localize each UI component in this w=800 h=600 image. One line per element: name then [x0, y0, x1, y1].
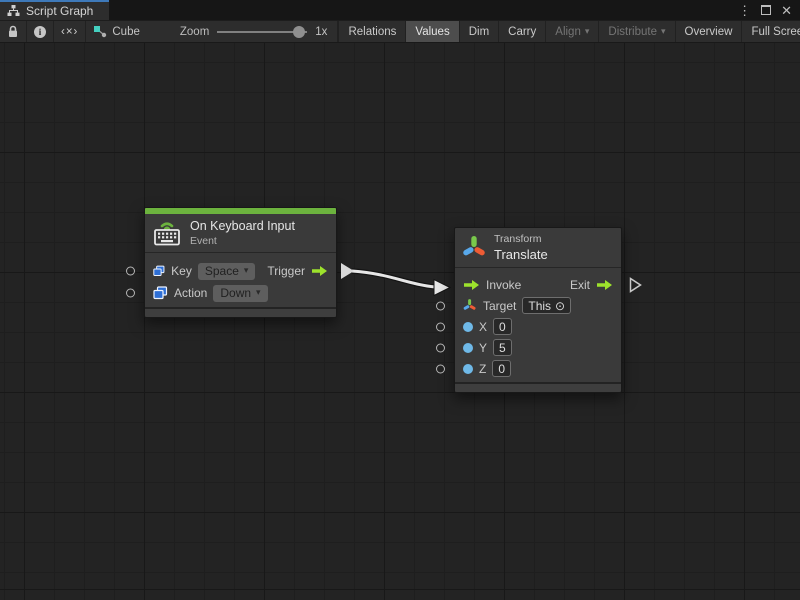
node-title: On Keyboard Input — [190, 219, 295, 233]
graph-icon — [7, 5, 20, 17]
chevron-down-icon: ▾ — [661, 27, 666, 36]
zoom-slider-handle[interactable] — [293, 26, 305, 38]
maximize-icon[interactable] — [761, 5, 771, 15]
toolbar-button-overview[interactable]: Overview — [675, 21, 742, 42]
y-value-field[interactable]: 5 — [493, 339, 512, 356]
script-graph-window: Script Graph ⋮ ✕ i ‹×› Cube — [0, 0, 800, 600]
node-category: Transform — [494, 233, 548, 245]
info-icon: i — [34, 26, 46, 38]
graph-toolbar: i ‹×› Cube Zoom 1x Relations — [0, 20, 800, 43]
lock-button[interactable] — [0, 21, 27, 42]
input-port-x[interactable] — [436, 322, 445, 331]
keyboard-icon — [152, 220, 182, 246]
float-dot-icon — [463, 322, 473, 332]
tab-script-graph[interactable]: Script Graph — [0, 0, 109, 20]
connection-wire[interactable] — [0, 43, 800, 600]
close-icon[interactable]: ✕ — [781, 4, 792, 17]
graph-asset-icon — [93, 25, 107, 38]
transform-mini-icon — [463, 298, 477, 313]
input-port-key[interactable] — [126, 267, 135, 276]
z-label: Z — [479, 362, 486, 376]
lock-icon — [7, 25, 19, 38]
zoom-control: Zoom 1x — [147, 21, 339, 42]
toolbar-buttons: Relations Values Dim Carry Align ▾ Distr… — [338, 21, 800, 42]
node-footer — [455, 382, 621, 392]
tab-title: Script Graph — [26, 4, 93, 18]
toolbar-button-carry[interactable]: Carry — [498, 21, 545, 42]
flow-arrow-icon — [596, 279, 613, 291]
node-title: Translate — [494, 247, 548, 262]
input-port-action[interactable] — [126, 289, 135, 298]
target-value-field[interactable]: This ⊙ — [522, 297, 571, 314]
zoom-label: Zoom — [180, 26, 209, 38]
x-value-field[interactable]: 0 — [493, 318, 512, 335]
zoom-value: 1x — [315, 26, 327, 38]
toolbar-button-dim[interactable]: Dim — [459, 21, 498, 42]
target-label: Target — [483, 299, 516, 313]
action-label: Action — [174, 286, 207, 300]
layers-icon — [153, 286, 168, 300]
z-row: Z 0 — [455, 358, 621, 379]
trigger-output-port[interactable] — [341, 263, 354, 279]
node-body: Key Space ▾ Trigger — [145, 252, 336, 307]
node-header: Transform Translate — [455, 228, 621, 267]
node-translate[interactable]: Transform Translate Invoke Exit — [454, 227, 622, 393]
target-row: Target This ⊙ — [455, 295, 621, 316]
toolbar-button-values[interactable]: Values — [405, 21, 458, 42]
float-dot-icon — [463, 343, 473, 353]
invoke-row: Invoke Exit — [455, 274, 621, 295]
layers-icon — [153, 264, 165, 278]
code-view-button[interactable]: ‹×› — [54, 21, 86, 42]
node-footer — [145, 307, 336, 317]
graph-context-name: Cube — [112, 26, 140, 38]
more-menu-icon[interactable]: ⋮ — [738, 4, 751, 17]
code-icon: ‹×› — [61, 26, 78, 38]
graph-context[interactable]: Cube — [86, 21, 147, 42]
node-on-keyboard-input[interactable]: On Keyboard Input Event Key Space ▾ — [144, 207, 337, 318]
info-button[interactable]: i — [27, 21, 54, 42]
input-port-z[interactable] — [436, 364, 445, 373]
y-row: Y 5 — [455, 337, 621, 358]
flow-arrow-icon — [463, 279, 480, 291]
x-row: X 0 — [455, 316, 621, 337]
z-value-field[interactable]: 0 — [492, 360, 511, 377]
input-port-target[interactable] — [436, 301, 445, 310]
float-dot-icon — [463, 364, 473, 374]
key-row: Key Space ▾ Trigger — [145, 260, 336, 282]
toolbar-button-distribute[interactable]: Distribute ▾ — [598, 21, 674, 42]
node-subtitle: Event — [190, 235, 295, 247]
titlebar: Script Graph ⋮ ✕ — [0, 0, 800, 20]
exit-label: Exit — [570, 278, 590, 292]
scene-target-icon: ⊙ — [555, 299, 565, 313]
y-label: Y — [479, 341, 487, 355]
zoom-slider[interactable] — [217, 25, 307, 39]
node-body: Invoke Exit — [455, 267, 621, 382]
graph-canvas[interactable]: On Keyboard Input Event Key Space ▾ — [0, 43, 800, 600]
key-dropdown[interactable]: Space ▾ — [198, 263, 256, 280]
node-header: On Keyboard Input Event — [145, 214, 336, 252]
transform-icon — [462, 233, 486, 262]
toolbar-button-align[interactable]: Align ▾ — [545, 21, 598, 42]
toolbar-button-fullscreen[interactable]: Full Screen — [741, 21, 800, 42]
invoke-label: Invoke — [486, 278, 521, 292]
x-label: X — [479, 320, 487, 334]
trigger-label: Trigger — [267, 264, 305, 278]
chevron-down-icon: ▾ — [244, 266, 249, 275]
window-controls: ⋮ ✕ — [738, 0, 800, 20]
chevron-down-icon: ▾ — [256, 288, 261, 297]
chevron-down-icon: ▾ — [585, 27, 590, 36]
input-port-y[interactable] — [436, 343, 445, 352]
exit-output-port[interactable] — [629, 277, 642, 293]
flow-arrow-icon — [311, 265, 328, 277]
action-dropdown[interactable]: Down ▾ — [213, 285, 267, 302]
toolbar-button-relations[interactable]: Relations — [338, 21, 405, 42]
action-row: Action Down ▾ — [145, 282, 336, 304]
key-label: Key — [171, 264, 192, 278]
